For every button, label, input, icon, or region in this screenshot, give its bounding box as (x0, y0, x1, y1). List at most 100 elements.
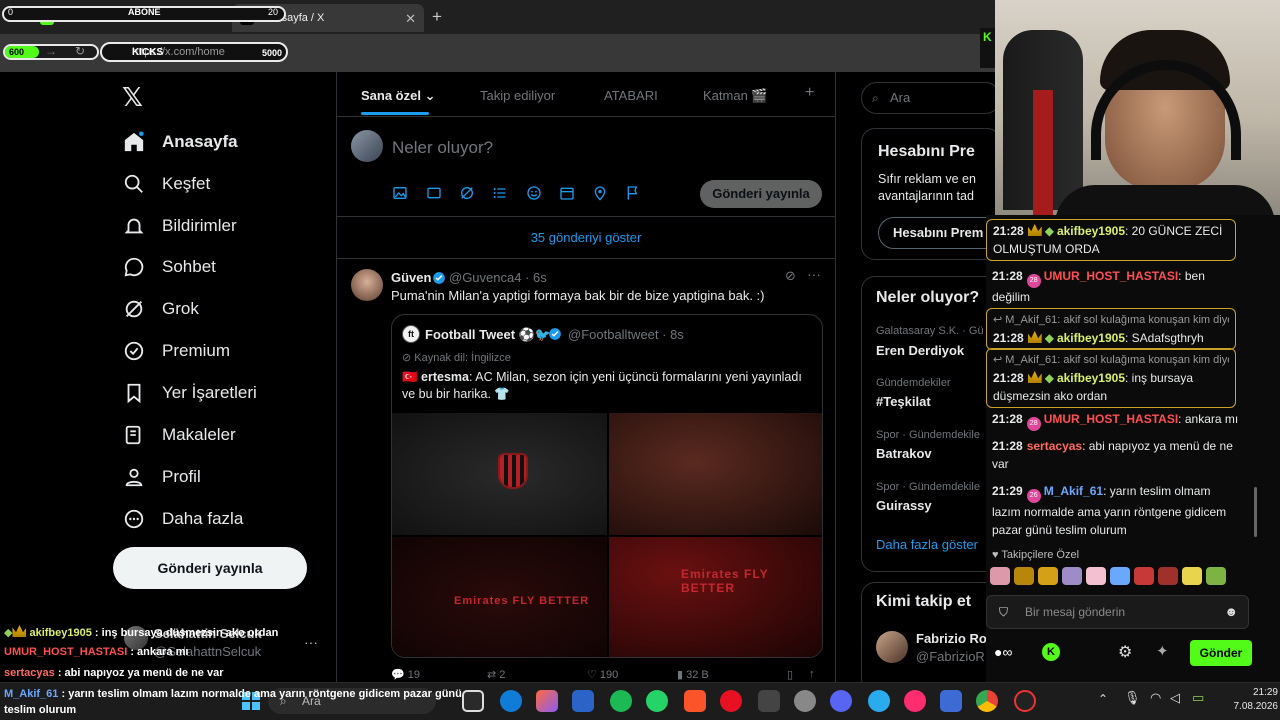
emoji-icon[interactable] (525, 184, 543, 202)
nav-articles[interactable]: Makaleler (122, 418, 236, 452)
kick-logo-icon[interactable]: K (1042, 643, 1060, 661)
close-tab-icon[interactable]: ✕ (405, 11, 416, 27)
app-icon[interactable] (940, 690, 962, 712)
brave-icon[interactable] (684, 690, 706, 712)
discord-icon[interactable] (830, 690, 852, 712)
bookmark-icon[interactable]: ▯ (787, 668, 793, 681)
emote-icon[interactable] (1038, 567, 1058, 585)
nav-notifications[interactable]: Bildirimler (122, 209, 237, 243)
post-button[interactable]: Gönderi yayınla (113, 547, 307, 589)
chevron-up-icon[interactable]: ⌃ (1098, 692, 1108, 706)
media-grid[interactable]: Emirates FLY BETTER Emirates FLY BETTER (392, 413, 822, 657)
show-new-posts-link[interactable]: 35 gönderiyi göster (337, 230, 835, 245)
more-options-icon[interactable]: ··· (807, 266, 821, 282)
avatar[interactable] (351, 130, 383, 162)
chat-message[interactable]: 21:28 28 UMUR_HOST_HASTASI: ben değilim (992, 267, 1242, 306)
views-button[interactable]: ▮ 32 B (677, 668, 709, 681)
nav-home[interactable]: Anasayfa (122, 125, 238, 159)
trend-item[interactable]: Eren Derdiyok (876, 343, 964, 358)
nav-premium[interactable]: Premium (122, 334, 230, 368)
image-icon[interactable] (391, 184, 409, 202)
emote-icon[interactable] (990, 567, 1010, 585)
opera-gx-icon[interactable] (904, 690, 926, 712)
nav-chat[interactable]: Sohbet (122, 250, 216, 284)
emoji-icon[interactable]: ☻ (1224, 596, 1238, 628)
nav-grok[interactable]: Grok (122, 292, 199, 326)
battery-icon[interactable]: ▭ (1192, 690, 1204, 706)
emote-icon[interactable] (1158, 567, 1178, 585)
chat-username[interactable]: M_Akif_61 (1044, 484, 1103, 498)
whatsapp-icon[interactable] (646, 690, 668, 712)
avatar[interactable] (876, 631, 908, 663)
nav-profile[interactable]: Profil (122, 460, 201, 494)
chat-message-input[interactable]: ⛉ Bir mesaj gönderin ☻ (986, 595, 1249, 629)
gear-icon[interactable]: ⚙ (1118, 642, 1132, 662)
chat-username[interactable]: akifbey1905 (1057, 224, 1125, 238)
poll-icon[interactable] (491, 184, 509, 202)
edge-icon[interactable] (500, 690, 522, 712)
chat-username[interactable]: akifbey1905 (1057, 331, 1125, 345)
media-image[interactable]: Emirates FLY BETTER (609, 537, 822, 657)
trend-item[interactable]: Guirassy (876, 498, 932, 513)
media-image[interactable] (392, 413, 607, 535)
quote-mention[interactable]: ertesma (421, 370, 469, 384)
copilot-icon[interactable] (536, 690, 558, 712)
suggested-user-name[interactable]: Fabrizio Ro (916, 631, 987, 646)
avatar[interactable] (351, 269, 383, 301)
forward-icon[interactable]: → (45, 44, 57, 58)
chat-username[interactable]: akifbey1905 (1057, 371, 1125, 385)
wifi-icon[interactable]: ◠ (1150, 690, 1161, 706)
game-icon[interactable] (758, 690, 780, 712)
chat-message[interactable]: 21:28 28 UMUR_HOST_HASTASI: ankara mı (992, 410, 1242, 431)
repost-button[interactable]: ⇄ 2 (487, 668, 505, 681)
emote-icon[interactable] (1134, 567, 1154, 585)
chat-message[interactable]: 21:29 26 M_Akif_61: yarın teslim olmam laz… (992, 482, 1242, 539)
chat-username[interactable]: sertacyas (1027, 439, 1082, 453)
chat-message[interactable]: 21:28 ◆ akifbey1905: 20 GÜNCE ZECİ OLMUŞTU… (986, 219, 1236, 261)
chat-message[interactable]: ↩ M_Akif_61: akif sol kulağıma konuşan k… (986, 348, 1236, 408)
show-more-link[interactable]: Daha fazla göster (876, 537, 978, 552)
grok-icon[interactable] (458, 184, 476, 202)
new-tab-button[interactable]: + (432, 7, 442, 27)
task-view-icon[interactable] (462, 690, 484, 712)
add-tab-icon[interactable]: + (805, 84, 814, 102)
grok-icon[interactable]: ⊘ (785, 268, 796, 284)
tweet-author-handle[interactable]: @Guvenca4 · 6s (449, 270, 547, 285)
chat-username[interactable]: UMUR_HOST_HASTASI (1044, 412, 1178, 426)
emote-icon[interactable] (1014, 567, 1034, 585)
trend-item[interactable]: #Teşkilat (876, 394, 931, 409)
chat-username[interactable]: UMUR_HOST_HASTASI (1044, 269, 1178, 283)
emote-icon[interactable] (1206, 567, 1226, 585)
x-logo-icon[interactable]: 𝕏 (122, 82, 143, 113)
chat-message[interactable]: ↩ M_Akif_61: akif sol kulağıma konuşan k… (986, 308, 1236, 350)
spotify-icon[interactable] (610, 690, 632, 712)
tab-katman[interactable]: Katman 🎬 (703, 88, 768, 104)
speaker-icon[interactable]: ◁ (1170, 690, 1180, 706)
suggested-user-handle[interactable]: @FabrizioR (916, 649, 985, 664)
reload-icon[interactable]: ↻ (75, 44, 85, 58)
compose-post-button[interactable]: Gönderi yayınla (700, 180, 822, 208)
flag-icon[interactable] (624, 184, 642, 202)
media-image[interactable]: Emirates FLY BETTER (392, 537, 607, 657)
telegram-icon[interactable] (868, 690, 890, 712)
tab-following[interactable]: Takip ediliyor (480, 88, 555, 103)
tab-for-you[interactable]: Sana özel ⌄ (361, 88, 436, 104)
points-icon[interactable]: ●∞ (994, 644, 1012, 660)
tab-atabari[interactable]: ATABARI (604, 88, 658, 103)
settings-icon[interactable]: ✦ (1156, 642, 1169, 660)
location-icon[interactable] (591, 184, 609, 202)
store-icon[interactable] (572, 690, 594, 712)
chat-scrollbar[interactable] (1254, 487, 1257, 537)
taskbar-clock[interactable]: 21:29 7.08.2026 (1226, 686, 1279, 714)
nav-bookmarks[interactable]: Yer İşaretleri (122, 376, 257, 410)
obs-icon[interactable] (1014, 690, 1036, 712)
schedule-icon[interactable] (558, 184, 576, 202)
app-icon[interactable] (794, 690, 816, 712)
nav-more[interactable]: Daha fazla (122, 502, 243, 536)
compose-input[interactable]: Neler oluyor? (392, 138, 493, 158)
nav-explore[interactable]: Keşfet (122, 167, 210, 201)
opera-icon[interactable] (720, 690, 742, 712)
media-image[interactable] (609, 413, 822, 535)
trend-item[interactable]: Batrakov (876, 446, 932, 461)
microphone-icon[interactable]: 🎙 (1124, 690, 1141, 706)
